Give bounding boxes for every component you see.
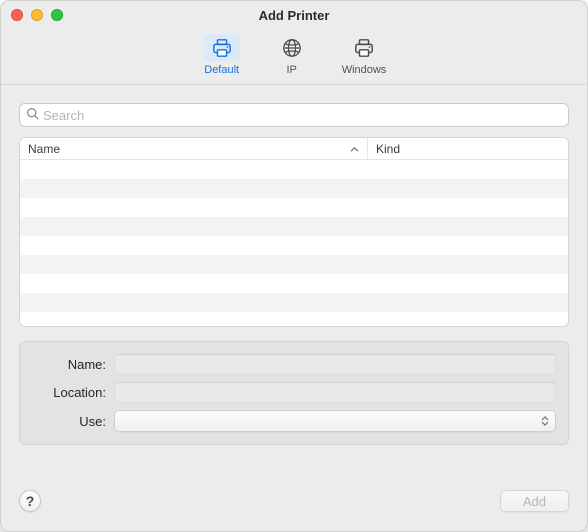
column-header-kind-label: Kind: [376, 142, 400, 156]
table-row: [20, 274, 568, 293]
column-header-name-label: Name: [28, 142, 60, 156]
printer-icon: [204, 34, 240, 62]
table-row: [20, 160, 568, 179]
window-title: Add Printer: [1, 8, 587, 23]
printer-icon: [346, 34, 382, 62]
tab-windows-label: Windows: [342, 64, 387, 76]
location-field[interactable]: [114, 382, 556, 403]
table-row: [20, 255, 568, 274]
table-header: Name Kind: [20, 138, 568, 160]
location-label: Location:: [26, 385, 106, 400]
help-icon: ?: [26, 493, 35, 509]
stepper-icon: [537, 412, 553, 430]
add-button[interactable]: Add: [500, 490, 569, 512]
table-row: [20, 198, 568, 217]
toolbar: Default IP: [1, 29, 587, 85]
titlebar: Add Printer: [1, 1, 587, 29]
column-header-kind[interactable]: Kind: [368, 138, 568, 159]
printers-table: Name Kind: [19, 137, 569, 327]
table-body[interactable]: [20, 160, 568, 326]
column-header-name[interactable]: Name: [20, 138, 368, 159]
search-field[interactable]: [19, 103, 569, 127]
add-printer-window: Add Printer Default: [0, 0, 588, 532]
name-field[interactable]: [114, 354, 556, 375]
search-icon: [26, 107, 39, 123]
globe-icon: [274, 34, 310, 62]
search-input[interactable]: [43, 108, 562, 123]
table-row: [20, 293, 568, 312]
chevron-up-icon: [350, 142, 359, 156]
printer-detail-form: Name: Location: Use:: [19, 341, 569, 445]
table-row: [20, 217, 568, 236]
table-row: [20, 236, 568, 255]
name-label: Name:: [26, 357, 106, 372]
tab-default[interactable]: Default: [196, 32, 248, 78]
table-row: [20, 179, 568, 198]
use-label: Use:: [26, 414, 106, 429]
table-row: [20, 312, 568, 326]
tab-default-label: Default: [204, 64, 239, 76]
tab-windows[interactable]: Windows: [336, 32, 393, 78]
footer: ? Add: [1, 487, 587, 531]
tab-ip-label: IP: [286, 64, 296, 76]
tab-ip[interactable]: IP: [266, 32, 318, 78]
content-area: Name Kind: [1, 85, 587, 487]
help-button[interactable]: ?: [19, 490, 41, 512]
use-select[interactable]: [114, 410, 556, 432]
